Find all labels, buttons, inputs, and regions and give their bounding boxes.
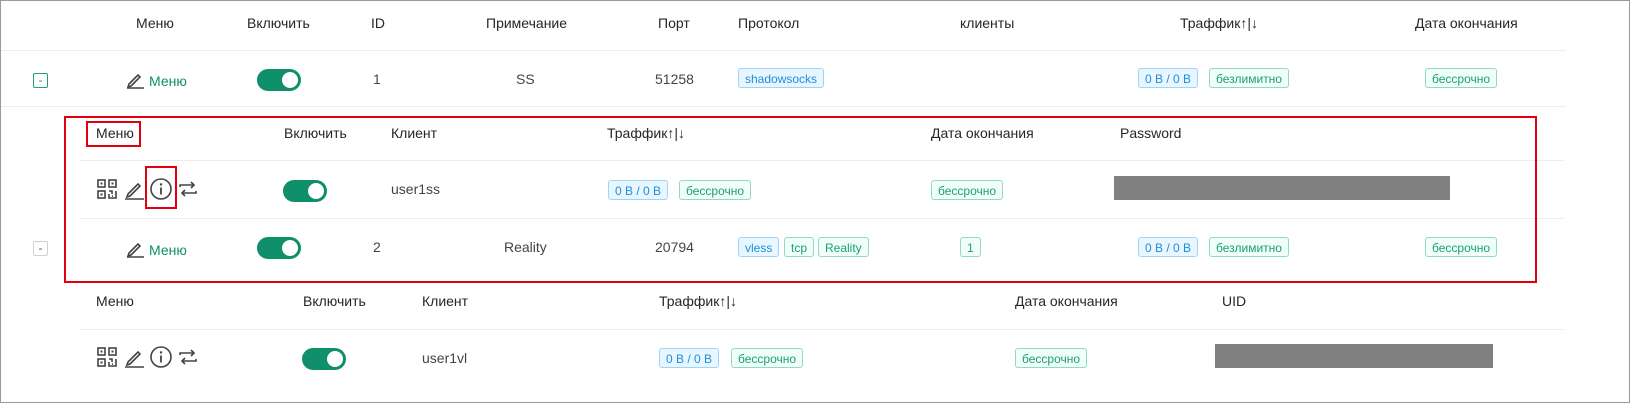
col-header-expiry: Дата окончания xyxy=(1415,15,1518,31)
info-circle-icon[interactable] xyxy=(149,345,173,369)
inbound-port: 51258 xyxy=(655,71,694,87)
inbound-remark: SS xyxy=(516,71,535,87)
traffic-limit-tag: безлимитно xyxy=(1209,68,1289,88)
reset-traffic-icon[interactable] xyxy=(177,346,199,368)
sub-col-header-expiry: Дата окончания xyxy=(1015,293,1118,309)
col-header-traffic[interactable]: Траффик↑|↓ xyxy=(1180,15,1258,31)
col-header-port: Порт xyxy=(658,15,690,31)
sub-col-header-enable: Включить xyxy=(303,293,366,309)
expand-row-toggle[interactable]: - xyxy=(33,73,48,88)
masked-uid xyxy=(1215,344,1493,368)
sub-col-header-client: Клиент xyxy=(422,293,469,309)
col-header-remark: Примечание xyxy=(486,15,568,31)
highlight-box-info-icon xyxy=(145,166,177,209)
col-header-protocol: Протокол xyxy=(738,15,800,31)
pencil-icon xyxy=(125,69,145,92)
client-expiry-tag: бессрочно xyxy=(1015,348,1088,368)
inbound-id: 1 xyxy=(373,71,381,87)
divider xyxy=(1,106,1566,107)
col-header-enable: Включить xyxy=(247,15,310,31)
client-name: user1vl xyxy=(422,350,468,366)
traffic-tag: 0 B / 0 B xyxy=(1138,68,1199,88)
expand-row-toggle[interactable]: - xyxy=(33,241,48,256)
qr-code-icon[interactable] xyxy=(96,346,118,368)
client-traffic-tag: 0 B / 0 B xyxy=(659,348,720,368)
highlight-box-menu-header xyxy=(86,121,141,147)
divider xyxy=(1,50,1566,51)
divider xyxy=(80,329,1564,330)
col-header-clients: клиенты xyxy=(960,15,1015,31)
expiry-tag: бессрочно xyxy=(1425,68,1498,88)
sub-col-header-uid: UID xyxy=(1222,293,1247,309)
protocol-tag: shadowsocks xyxy=(738,68,825,88)
sub-col-header-traffic[interactable]: Траффик↑|↓ xyxy=(659,293,737,309)
client-enable-switch[interactable] xyxy=(302,348,346,370)
inbound-menu-button[interactable]: Меню xyxy=(125,69,187,92)
col-header-menu: Меню xyxy=(136,15,174,31)
inbound-menu-label: Меню xyxy=(149,72,187,89)
col-header-id[interactable]: ID xyxy=(371,15,385,31)
sub-col-header-menu: Меню xyxy=(96,293,134,309)
pencil-icon[interactable] xyxy=(123,346,145,368)
client-traffic-limit-tag: бессрочно xyxy=(731,348,804,368)
inbound-enable-switch[interactable] xyxy=(257,69,301,91)
highlight-box-section xyxy=(64,116,1537,283)
